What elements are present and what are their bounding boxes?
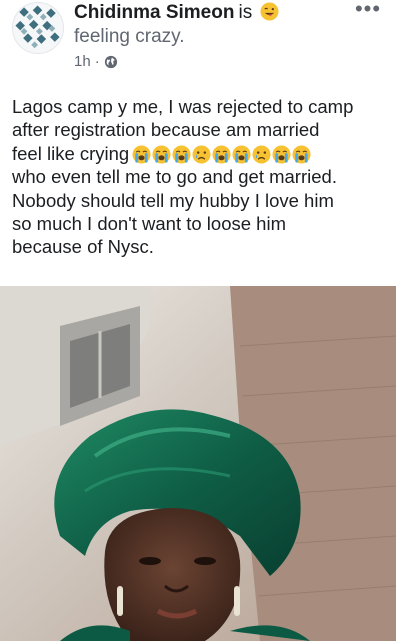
feeling-status: feeling crazy.	[74, 26, 185, 47]
post-text-line: Lagos camp y me, I was rejected to camp	[12, 96, 354, 117]
crying-emoji-row	[132, 145, 311, 164]
post-text-line: Nobody should tell my hubby I love him	[12, 189, 334, 211]
post-text-line: after registration because am married	[12, 119, 320, 141]
loudly-crying-face-icon	[152, 145, 171, 164]
globe-icon[interactable]	[104, 55, 118, 69]
post-text-line: so much I don't want to loose him	[12, 213, 286, 235]
meta-separator: ·	[94, 53, 100, 70]
winking-tongue-emoji-icon	[260, 2, 280, 21]
post-text-line: because of Nysc.	[12, 236, 154, 258]
post-header: Chidinma Simeon is feeling crazy. 1h · ••…	[0, 0, 396, 82]
post-text-line-with-emojis: feel like crying	[12, 142, 388, 165]
loudly-crying-face-icon	[212, 145, 231, 164]
author-avatar[interactable]	[12, 2, 64, 54]
post-text-line: who even tell me to go and get married.	[12, 166, 337, 188]
crying-face-icon	[252, 145, 271, 164]
loudly-crying-face-icon	[132, 145, 151, 164]
loudly-crying-face-icon	[172, 145, 191, 164]
loudly-crying-face-icon	[292, 145, 311, 164]
post-photo[interactable]	[0, 286, 396, 641]
author-verb: is	[238, 2, 253, 23]
post-meta: 1h ·	[74, 52, 118, 71]
post-text-line: feel like crying	[12, 142, 130, 164]
crying-face-icon	[192, 145, 211, 164]
loudly-crying-face-icon	[232, 145, 251, 164]
author-name[interactable]: Chidinma Simeon	[74, 2, 234, 23]
woman-in-green-headwrap-photo	[0, 286, 396, 641]
post-timestamp[interactable]: 1h	[74, 52, 91, 71]
post-text: Lagos camp y me, I was rejected to camp …	[12, 95, 388, 259]
loudly-crying-face-icon	[272, 145, 291, 164]
avatar-pattern-icon	[13, 3, 63, 53]
author-line: Chidinma Simeon is	[74, 1, 280, 24]
more-options-icon[interactable]: •••	[354, 0, 382, 22]
